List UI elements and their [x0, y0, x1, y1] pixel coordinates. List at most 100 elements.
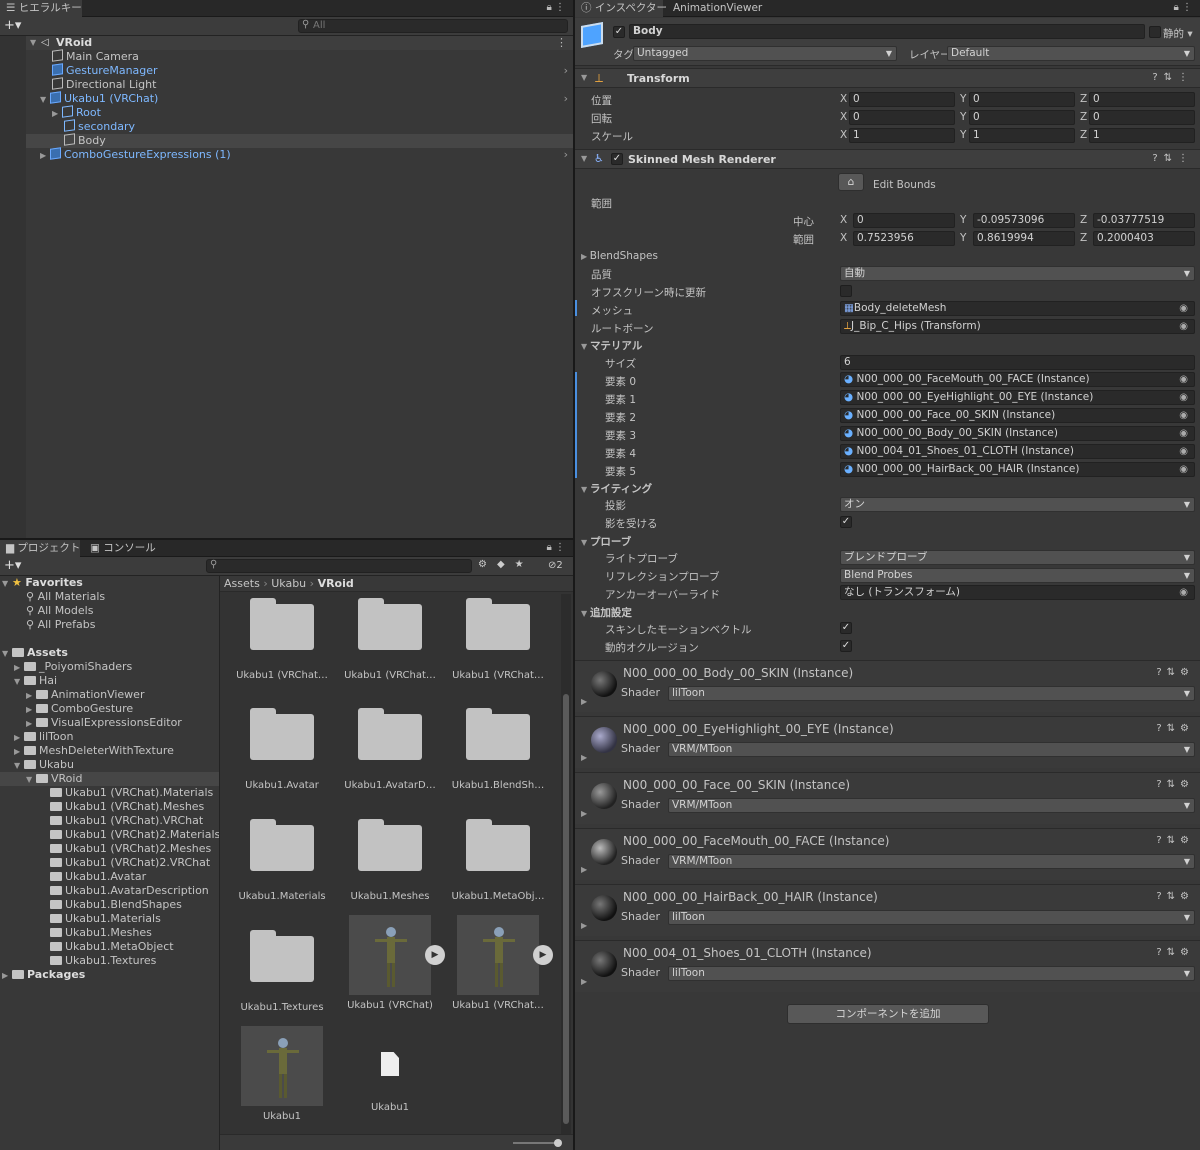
fold-arrow-icon[interactable]: ▶ [26, 717, 36, 731]
material-header-icons[interactable]: ?⇅⚙ [1156, 835, 1194, 846]
tree-folder[interactable]: ▶ lilToon [14, 730, 73, 744]
object-picker-icon[interactable]: ◉ [1179, 409, 1188, 422]
breadcrumb-item[interactable]: Assets [224, 577, 260, 590]
lock-icon[interactable]: 🔒︎ ⋮ [547, 2, 566, 13]
asset-folder[interactable]: Ukabu1.Meshes [340, 819, 440, 902]
fold-arrow-icon[interactable]: ▶ [581, 697, 587, 706]
asset-folder[interactable]: Ukabu1.Avatar [232, 708, 332, 791]
favorite-item[interactable]: ⚲ All Models [26, 604, 93, 618]
position-z-field[interactable]: 0 [1089, 92, 1195, 107]
light-probes-dropdown[interactable]: ブレンドプローブ ▼ [840, 550, 1195, 565]
fold-arrow-icon[interactable]: ▼ [40, 93, 50, 107]
play-icon[interactable]: ▶ [533, 945, 553, 965]
asset-folder[interactable]: Ukabu1.Materials [232, 819, 332, 902]
chevron-right-icon[interactable]: › [564, 148, 568, 162]
tree-folder[interactable]: Ukabu1.Meshes [50, 926, 152, 940]
cast-shadows-dropdown[interactable]: オン ▼ [840, 497, 1195, 512]
center-z-field[interactable]: -0.03777519 [1093, 213, 1195, 228]
tree-folder[interactable]: Ukabu1 (VRChat).Materials [50, 786, 213, 800]
position-y-field[interactable]: 0 [969, 92, 1075, 107]
tree-folder[interactable]: Ukabu1 (VRChat)2.Meshes [50, 842, 211, 856]
hierarchy-item[interactable]: secondary [64, 119, 135, 134]
fold-arrow-icon[interactable]: ▼ [2, 647, 12, 661]
tree-folder[interactable]: Ukabu1.Avatar [50, 870, 146, 884]
rootbone-field[interactable]: ⟂J_Bip_C_Hips (Transform) ◉ [840, 319, 1195, 334]
material-header-icons[interactable]: ?⇅⚙ [1156, 667, 1194, 678]
asset-folder[interactable]: Ukabu1.MetaObj… [448, 819, 548, 902]
fold-arrow-icon[interactable]: ▼ [14, 675, 24, 689]
receive-shadows-checkbox[interactable]: ✓ [840, 516, 852, 528]
create-button[interactable]: +▾ [4, 558, 21, 573]
assets-header[interactable]: ▼ Assets [2, 646, 68, 660]
material-header-icons[interactable]: ?⇅⚙ [1156, 779, 1194, 790]
tab-console[interactable]: ▣ コンソール [84, 540, 156, 557]
lock-icon[interactable]: 🔒︎ ⋮ [547, 542, 566, 553]
shader-dropdown[interactable]: lilToon ▼ [668, 686, 1195, 701]
object-picker-icon[interactable]: ◉ [1179, 373, 1188, 386]
material-header-icons[interactable]: ?⇅⚙ [1156, 891, 1194, 902]
object-picker-icon[interactable]: ◉ [1179, 445, 1188, 458]
object-picker-icon[interactable]: ◉ [1179, 320, 1188, 333]
edit-bounds-button[interactable]: ⌂ [838, 173, 864, 191]
asset-folder[interactable]: Ukabu1.Textures [232, 930, 332, 1013]
extent-x-field[interactable]: 0.7523956 [853, 231, 955, 246]
shader-dropdown[interactable]: lilToon ▼ [668, 910, 1195, 925]
favorite-item[interactable]: ⚲ All Materials [26, 590, 105, 604]
fold-arrow-icon[interactable]: ▶ [14, 745, 24, 759]
project-search-input[interactable]: ⚲ [206, 559, 472, 573]
tab-hierarchy[interactable]: ☰ ヒエラルキー [0, 0, 82, 17]
static-checkbox[interactable] [1149, 26, 1161, 38]
packages-header[interactable]: ▶ Packages [2, 968, 85, 982]
add-component-button[interactable]: コンポーネントを追加 [787, 1004, 989, 1024]
tree-folder-selected[interactable]: ▼ VRoid [0, 772, 219, 786]
hierarchy-item[interactable]: Main Camera [52, 49, 139, 64]
skinned-motion-vectors-checkbox[interactable]: ✓ [840, 622, 852, 634]
tree-folder[interactable]: ▼ Ukabu [14, 758, 74, 772]
asset-folder[interactable]: Ukabu1 (VRChat… [232, 598, 332, 681]
favorite-item[interactable]: ⚲ All Prefabs [26, 618, 96, 632]
asset-folder[interactable]: Ukabu1.BlendSh… [448, 708, 548, 791]
fold-arrow-icon[interactable]: ▶ [14, 731, 24, 745]
fold-arrow-icon[interactable]: ▶ [2, 969, 12, 983]
layer-dropdown[interactable]: Default ▼ [947, 46, 1195, 61]
zoom-slider[interactable] [513, 1139, 562, 1147]
fold-arrow-icon[interactable]: ▶ [26, 689, 36, 703]
asset-folder[interactable]: Ukabu1.AvatarD… [340, 708, 440, 791]
additional-settings-foldout[interactable]: ▼ 追加設定 [581, 605, 632, 620]
offscreen-checkbox[interactable] [840, 285, 852, 297]
hierarchy-item[interactable]: GestureManager › [52, 63, 572, 78]
object-picker-icon[interactable]: ◉ [1179, 463, 1188, 476]
center-y-field[interactable]: -0.09573096 [973, 213, 1075, 228]
pane-divider-h[interactable] [0, 538, 573, 540]
fold-arrow-icon[interactable]: ▼ [14, 759, 24, 773]
blendshapes-foldout[interactable]: ▶ BlendShapes [581, 250, 658, 262]
transform-header[interactable]: ▼ ⟂ Transform ?⇅⋮ [575, 68, 1200, 88]
breadcrumb-item[interactable]: VRoid [318, 577, 354, 590]
scene-menu-icon[interactable]: ⋮ [556, 36, 567, 50]
tree-folder[interactable]: Ukabu1.Textures [50, 954, 156, 968]
quality-dropdown[interactable]: 自動 ▼ [840, 266, 1195, 281]
position-x-field[interactable]: 0 [849, 92, 955, 107]
shader-dropdown[interactable]: VRM/MToon ▼ [668, 854, 1195, 869]
fold-arrow-icon[interactable]: ▶ [581, 977, 587, 986]
probes-foldout[interactable]: ▼ プローブ [581, 534, 631, 549]
material-header-icons[interactable]: ?⇅⚙ [1156, 947, 1194, 958]
tree-folder[interactable]: Ukabu1.MetaObject [50, 940, 174, 954]
tree-folder[interactable]: Ukabu1 (VRChat)2.VRChat [50, 856, 210, 870]
smr-enabled-checkbox[interactable]: ✓ [611, 153, 623, 165]
object-picker-icon[interactable]: ◉ [1179, 302, 1188, 315]
create-button[interactable]: +▾ [4, 18, 21, 33]
mesh-field[interactable]: ▦Body_deleteMesh ◉ [840, 301, 1195, 316]
anchor-override-field[interactable]: なし (トランスフォーム) ◉ [840, 585, 1195, 600]
hierarchy-search-input[interactable]: ⚲ All [298, 19, 568, 33]
fold-arrow-icon[interactable]: ▶ [581, 809, 587, 818]
component-header-icons[interactable]: ?⇅⋮ [1152, 72, 1194, 83]
lighting-foldout[interactable]: ▼ ライティング [581, 481, 652, 496]
shader-dropdown[interactable]: VRM/MToon ▼ [668, 798, 1195, 813]
scene-row[interactable]: ▼ ◁ VRoid ⋮ [0, 36, 573, 50]
reflection-probes-dropdown[interactable]: Blend Probes ▼ [840, 568, 1195, 583]
hierarchy-item[interactable]: ▶ ComboGestureExpressions (1) › [40, 147, 572, 162]
hidden-packages-toggle[interactable]: ⊘2 [548, 560, 563, 571]
lock-icon[interactable]: 🔒︎ ⋮ [1174, 2, 1193, 13]
asset-folder[interactable]: Ukabu1 (VRChat… [340, 598, 440, 681]
